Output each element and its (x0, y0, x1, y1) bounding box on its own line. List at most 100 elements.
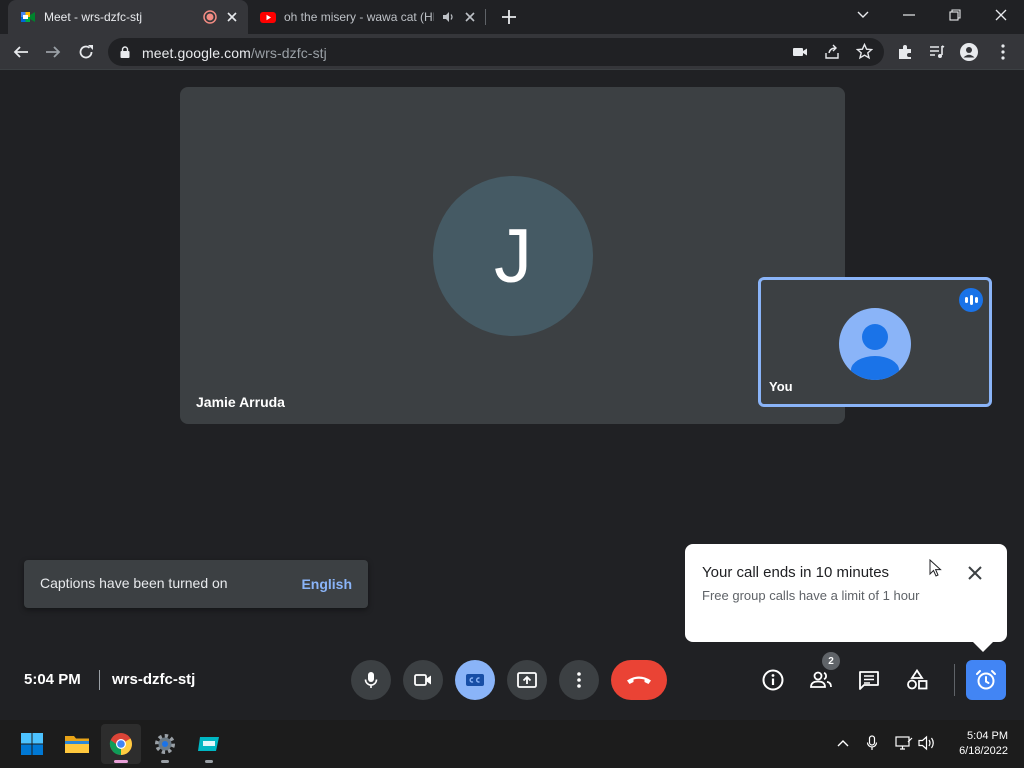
show-hidden-icons-button[interactable] (834, 734, 852, 752)
people-icon (810, 671, 832, 688)
file-explorer-taskbar-button[interactable] (57, 724, 97, 764)
microphone-tray-button[interactable] (863, 734, 881, 752)
self-name: You (769, 379, 793, 394)
playlist-icon (930, 45, 945, 58)
extensions-button[interactable] (894, 41, 916, 63)
system-clock[interactable]: 5:04 PM 6/18/2022 (944, 729, 1008, 759)
camera-in-use-icon[interactable] (792, 44, 808, 65)
camera-button[interactable] (403, 660, 443, 700)
divider (99, 670, 100, 690)
chat-button[interactable] (855, 666, 883, 694)
info-icon (762, 669, 784, 691)
speaker-audio-icon[interactable] (440, 9, 456, 25)
puzzle-icon (899, 45, 911, 59)
close-notice-button[interactable] (965, 563, 985, 583)
meeting-code: wrs-dzfc-stj (112, 671, 196, 688)
people-count-badge: 2 (822, 652, 840, 670)
tab-youtube[interactable]: oh the misery - wawa cat (HD (250, 0, 486, 34)
chrome-menu-button[interactable] (992, 41, 1014, 63)
new-tab-button[interactable] (500, 8, 518, 26)
profile-button[interactable] (958, 41, 980, 63)
close-window-button[interactable] (990, 6, 1012, 24)
tab-search-button[interactable] (852, 6, 874, 24)
reload-icon (79, 45, 93, 59)
mouse-cursor-icon (929, 559, 942, 577)
microphone-button[interactable] (351, 660, 391, 700)
share-icon[interactable] (824, 44, 840, 65)
alarm-clock-icon (976, 670, 996, 690)
more-vertical-icon (577, 672, 581, 688)
present-screen-button[interactable] (507, 660, 547, 700)
present-screen-icon (517, 672, 537, 688)
self-view-tile[interactable]: You (758, 277, 992, 407)
browser-tab-strip: Meet - wrs-dzfc-stj oh the misery - wawa… (0, 0, 1024, 34)
app-icon (198, 737, 219, 751)
captions-language-button[interactable]: English (301, 576, 352, 592)
captions-toast: Captions have been turned on English (24, 560, 368, 608)
chevron-up-icon (837, 740, 849, 747)
google-meet-icon (21, 12, 35, 22)
hang-up-phone-icon (627, 676, 651, 684)
call-limit-notice: Your call ends in 10 minutes Free group … (685, 544, 1007, 652)
file-explorer-icon (65, 736, 89, 753)
meeting-details-button[interactable] (759, 666, 787, 694)
more-options-button[interactable] (559, 660, 599, 700)
arrow-left-icon (13, 46, 28, 58)
close-tab-icon[interactable] (462, 9, 478, 25)
participant-name: Jamie Arruda (196, 394, 285, 410)
youtube-icon (260, 12, 276, 23)
minimize-icon (903, 14, 915, 16)
chrome-icon (109, 733, 132, 755)
back-button[interactable] (10, 41, 32, 63)
url-path: /wrs-dzfc-stj (250, 45, 327, 61)
start-button[interactable] (12, 724, 52, 764)
captions-message: Captions have been turned on (40, 575, 228, 591)
close-icon (995, 9, 1007, 21)
speaking-indicator-icon (959, 288, 983, 312)
minimize-button[interactable] (898, 6, 920, 24)
bookmark-star-icon[interactable] (855, 42, 874, 65)
arrow-right-icon (46, 46, 61, 58)
captions-button[interactable] (455, 660, 495, 700)
close-tab-icon[interactable] (224, 9, 240, 25)
chrome-taskbar-button[interactable] (101, 724, 141, 764)
url-host: meet.google.com (142, 45, 251, 61)
network-tray-button[interactable] (895, 734, 913, 752)
browser-toolbar: meet.google.com/wrs-dzfc-stj (0, 34, 1024, 70)
call-limit-timer-button[interactable] (966, 660, 1006, 700)
clock-date: 6/18/2022 (959, 745, 1008, 757)
chat-icon (859, 671, 879, 690)
chevron-down-icon (857, 11, 869, 18)
user-avatar-icon (960, 43, 978, 61)
activities-button[interactable] (903, 666, 931, 694)
close-icon (968, 566, 982, 580)
forward-button[interactable] (42, 41, 64, 63)
settings-taskbar-button[interactable] (145, 724, 185, 764)
meeting-time: 5:04 PM (24, 671, 81, 688)
divider (954, 664, 955, 696)
restore-icon (949, 9, 961, 21)
closed-captions-icon (466, 674, 484, 686)
tab-title: Meet - wrs-dzfc-stj (44, 10, 143, 24)
media-controls-button[interactable] (926, 41, 948, 63)
windows-start-icon (21, 733, 43, 755)
running-app-indicator (205, 760, 213, 763)
app-taskbar-button[interactable] (189, 724, 229, 764)
tab-meet[interactable]: Meet - wrs-dzfc-stj (8, 0, 248, 34)
reload-button[interactable] (75, 41, 97, 63)
volume-tray-button[interactable] (918, 734, 936, 752)
url-text: meet.google.com/wrs-dzfc-stj (142, 45, 327, 61)
end-call-button[interactable] (611, 660, 667, 700)
tab-title: oh the misery - wawa cat (HD (284, 10, 434, 24)
network-icon (895, 736, 913, 750)
participant-avatar: J (433, 176, 593, 336)
people-button[interactable] (807, 666, 835, 694)
shapes-icon (907, 669, 928, 690)
address-bar[interactable]: meet.google.com/wrs-dzfc-stj (108, 38, 884, 66)
restore-button[interactable] (944, 6, 966, 24)
default-user-avatar-icon (839, 308, 911, 380)
active-app-indicator (114, 760, 128, 763)
microphone-icon (364, 672, 378, 688)
lock-icon (120, 46, 130, 58)
settings-icon (155, 734, 175, 754)
